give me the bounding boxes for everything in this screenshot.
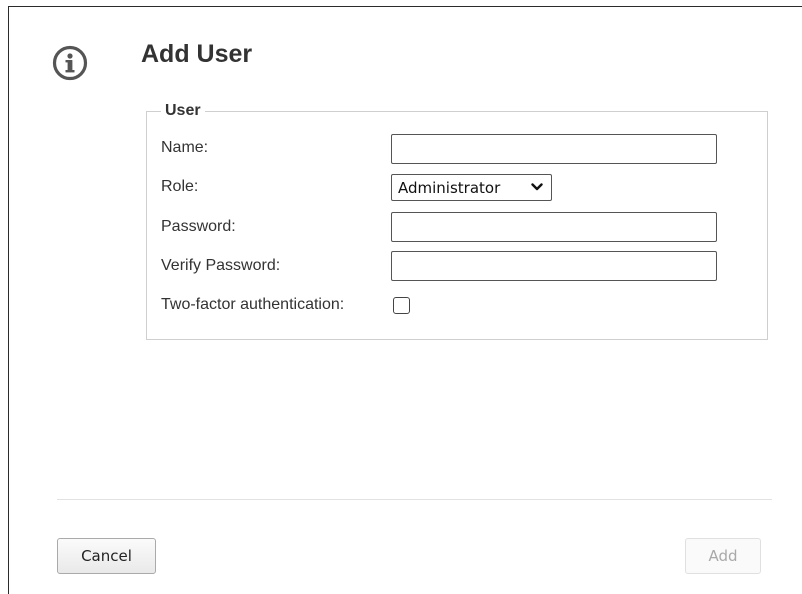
footer-divider [57,499,772,500]
role-label: Role: [161,178,199,195]
user-fieldset-legend: User [165,102,201,119]
chevron-down-icon [531,183,543,191]
add-button[interactable]: Add [685,538,761,574]
name-label: Name: [161,139,209,156]
two-factor-checkbox[interactable] [393,297,410,314]
name-input[interactable] [391,134,717,164]
dialog-title: Add User [141,40,253,68]
cancel-button[interactable]: Cancel [57,538,156,574]
verify-password-label: Verify Password: [161,257,281,274]
role-select[interactable]: Administrator [391,174,552,201]
password-input[interactable] [391,212,717,242]
verify-password-input[interactable] [391,251,717,281]
password-label: Password: [161,218,236,235]
role-select-value: Administrator [398,178,501,197]
info-icon [52,45,88,81]
two-factor-label: Two-factor authentication: [161,296,345,313]
